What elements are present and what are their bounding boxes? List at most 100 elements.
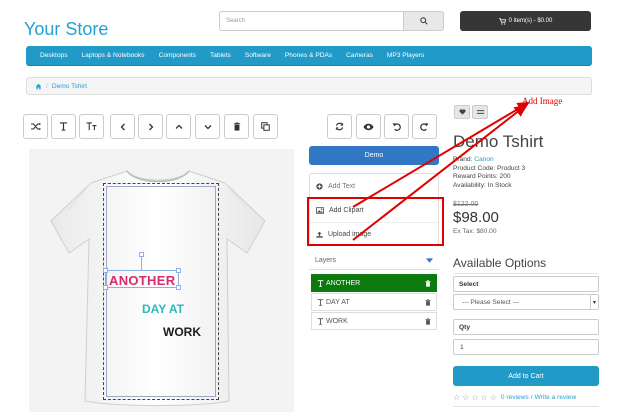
rating-row: ☆ ☆ ☆ ☆ ☆ 0 reviews / Write a review — [453, 393, 576, 402]
home-icon[interactable] — [35, 83, 42, 90]
print-area-guide — [106, 186, 216, 397]
product-specs: Brand: Canon Product Code: Product 3 Rew… — [453, 156, 525, 190]
layers-header[interactable]: Layers — [309, 251, 439, 270]
text-icon — [317, 279, 324, 287]
store-logo[interactable]: Your Store — [24, 19, 108, 40]
nav-item-phones[interactable]: Phones & PDAs — [278, 52, 339, 59]
resize-handle-tr[interactable] — [176, 268, 181, 273]
resize-handle-tl[interactable] — [103, 268, 108, 273]
text-size-button[interactable] — [79, 114, 104, 139]
rotate-handle-line — [141, 257, 142, 270]
undo-icon — [392, 123, 401, 131]
canvas-text-work[interactable]: WORK — [163, 325, 201, 339]
canvas-text-another[interactable]: ANOTHER — [109, 273, 175, 288]
layer-item[interactable]: WORK — [311, 312, 437, 330]
nav-item-components[interactable]: Components — [152, 52, 203, 59]
breadcrumb-current[interactable]: Demo Tshirt — [52, 83, 87, 90]
shuffle-button[interactable] — [23, 114, 48, 139]
layer-label: WORK — [326, 317, 348, 325]
layer-label: ANOTHER — [326, 279, 361, 287]
cart-button[interactable]: 0 item(s) - $0.00 — [460, 11, 591, 31]
chevron-up-icon — [175, 124, 182, 129]
text-icon — [59, 122, 68, 131]
reviews-separator: / — [530, 394, 533, 401]
undo-button[interactable] — [384, 114, 409, 139]
caret-down-icon: ▾ — [590, 295, 598, 309]
old-price: $122.00 — [453, 201, 479, 208]
annotation-highlight-box — [307, 197, 444, 246]
qty-value: 1 — [460, 343, 464, 351]
options-divider — [453, 273, 599, 274]
layer-item[interactable]: ANOTHER — [311, 274, 437, 292]
divider — [453, 406, 599, 407]
nav-item-laptops[interactable]: Laptops & Notebooks — [75, 52, 152, 59]
refresh-icon — [335, 122, 344, 131]
cart-label: 0 item(s) - $0.00 — [508, 18, 553, 24]
nav-item-software[interactable]: Software — [238, 52, 278, 59]
nav-item-mp3[interactable]: MP3 Players — [380, 52, 431, 59]
product-code: Product Code: Product 3 — [453, 164, 526, 172]
demo-button[interactable]: Demo — [309, 146, 439, 165]
text-button[interactable] — [51, 114, 76, 139]
resize-handle-br[interactable] — [176, 285, 181, 290]
canvas-text-day-at[interactable]: DAY AT — [142, 302, 184, 316]
star-icon: ☆ — [471, 393, 479, 402]
reviews-link[interactable]: 0 reviews — [501, 394, 529, 401]
refresh-button[interactable] — [327, 114, 352, 139]
redo-button[interactable] — [412, 114, 437, 139]
availability: Availability: In Stock — [453, 181, 512, 189]
preview-button[interactable] — [356, 114, 381, 139]
move-down-button[interactable] — [195, 114, 220, 139]
chevron-down-icon — [204, 124, 211, 129]
search-placeholder: Search — [226, 18, 246, 24]
compare-icon — [476, 110, 484, 114]
delete-button[interactable] — [224, 114, 249, 139]
trash-icon[interactable] — [425, 298, 431, 306]
add-to-cart-button[interactable]: Add to Cart — [453, 366, 599, 386]
search-input[interactable]: Search — [219, 11, 404, 31]
redo-icon — [420, 123, 429, 131]
shuffle-icon — [30, 122, 41, 131]
heart-icon — [459, 109, 465, 115]
text-icon — [317, 317, 324, 325]
brand-label: Brand: — [453, 156, 473, 163]
plus-circle-icon — [316, 182, 323, 190]
price: $98.00 — [453, 209, 499, 226]
brand-link[interactable]: Canon — [474, 156, 493, 163]
caret-down-icon — [426, 257, 433, 263]
reward-points: Reward Points: 200 — [453, 173, 511, 181]
search-button[interactable] — [404, 11, 444, 31]
select-label: Select — [453, 276, 599, 292]
options-title: Available Options — [453, 256, 547, 270]
nav-item-cameras[interactable]: Cameras — [339, 52, 380, 59]
eye-icon — [363, 123, 374, 130]
star-icon: ☆ — [480, 393, 488, 402]
move-up-button[interactable] — [166, 114, 191, 139]
trash-icon — [233, 122, 240, 131]
layer-item[interactable]: DAY AT — [311, 293, 437, 311]
move-left-button[interactable] — [110, 114, 135, 139]
write-review-link[interactable]: Write a review — [535, 394, 577, 401]
trash-icon[interactable] — [425, 317, 431, 325]
star-icon: ☆ — [462, 393, 470, 402]
add-text-label: Add Text — [328, 182, 356, 190]
option-select[interactable]: --- Please Select --- ▾ — [453, 294, 599, 310]
move-right-button[interactable] — [138, 114, 163, 139]
nav-item-desktops[interactable]: Desktops — [33, 52, 75, 59]
search-icon — [419, 17, 428, 25]
copy-button[interactable] — [253, 114, 278, 139]
breadcrumb-separator: / — [46, 82, 48, 90]
main-menu: Desktops Laptops & Notebooks Components … — [26, 46, 592, 66]
option-select-value: --- Please Select --- — [462, 298, 520, 306]
compare-button[interactable] — [472, 105, 488, 119]
trash-icon[interactable] — [425, 279, 431, 287]
nav-item-tablets[interactable]: Tablets — [203, 52, 238, 59]
chevron-right-icon — [148, 123, 153, 130]
add-text-item[interactable]: Add Text — [310, 174, 438, 198]
qty-label: Qty — [453, 319, 599, 335]
annotation-label: Add Image — [522, 96, 563, 106]
qty-input[interactable]: 1 — [453, 339, 599, 355]
cart-icon — [498, 17, 506, 25]
wishlist-button[interactable] — [454, 105, 470, 119]
resize-handle-bl[interactable] — [103, 285, 108, 290]
